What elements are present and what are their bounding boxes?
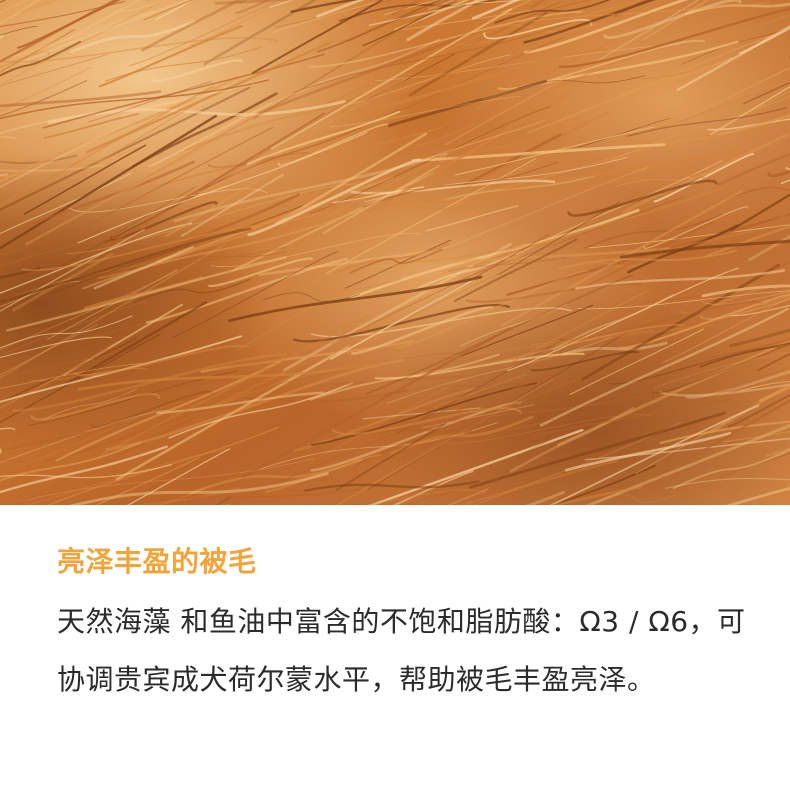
description-panel: 亮泽丰盈的被毛 天然海藻 和鱼油中富含的不饱和脂肪酸：Ω3 / Ω6，可协调贵宾… (0, 505, 790, 796)
feature-description: 天然海藻 和鱼油中富含的不饱和脂肪酸：Ω3 / Ω6，可协调贵宾成犬荷尔蒙水平，… (57, 605, 746, 696)
feature-headline: 亮泽丰盈的被毛 (57, 545, 257, 578)
product-detail-page: 亮泽丰盈的被毛 天然海藻 和鱼油中富含的不饱和脂肪酸：Ω3 / Ω6，可协调贵宾… (0, 0, 790, 796)
fur-texture-image (0, 0, 790, 505)
